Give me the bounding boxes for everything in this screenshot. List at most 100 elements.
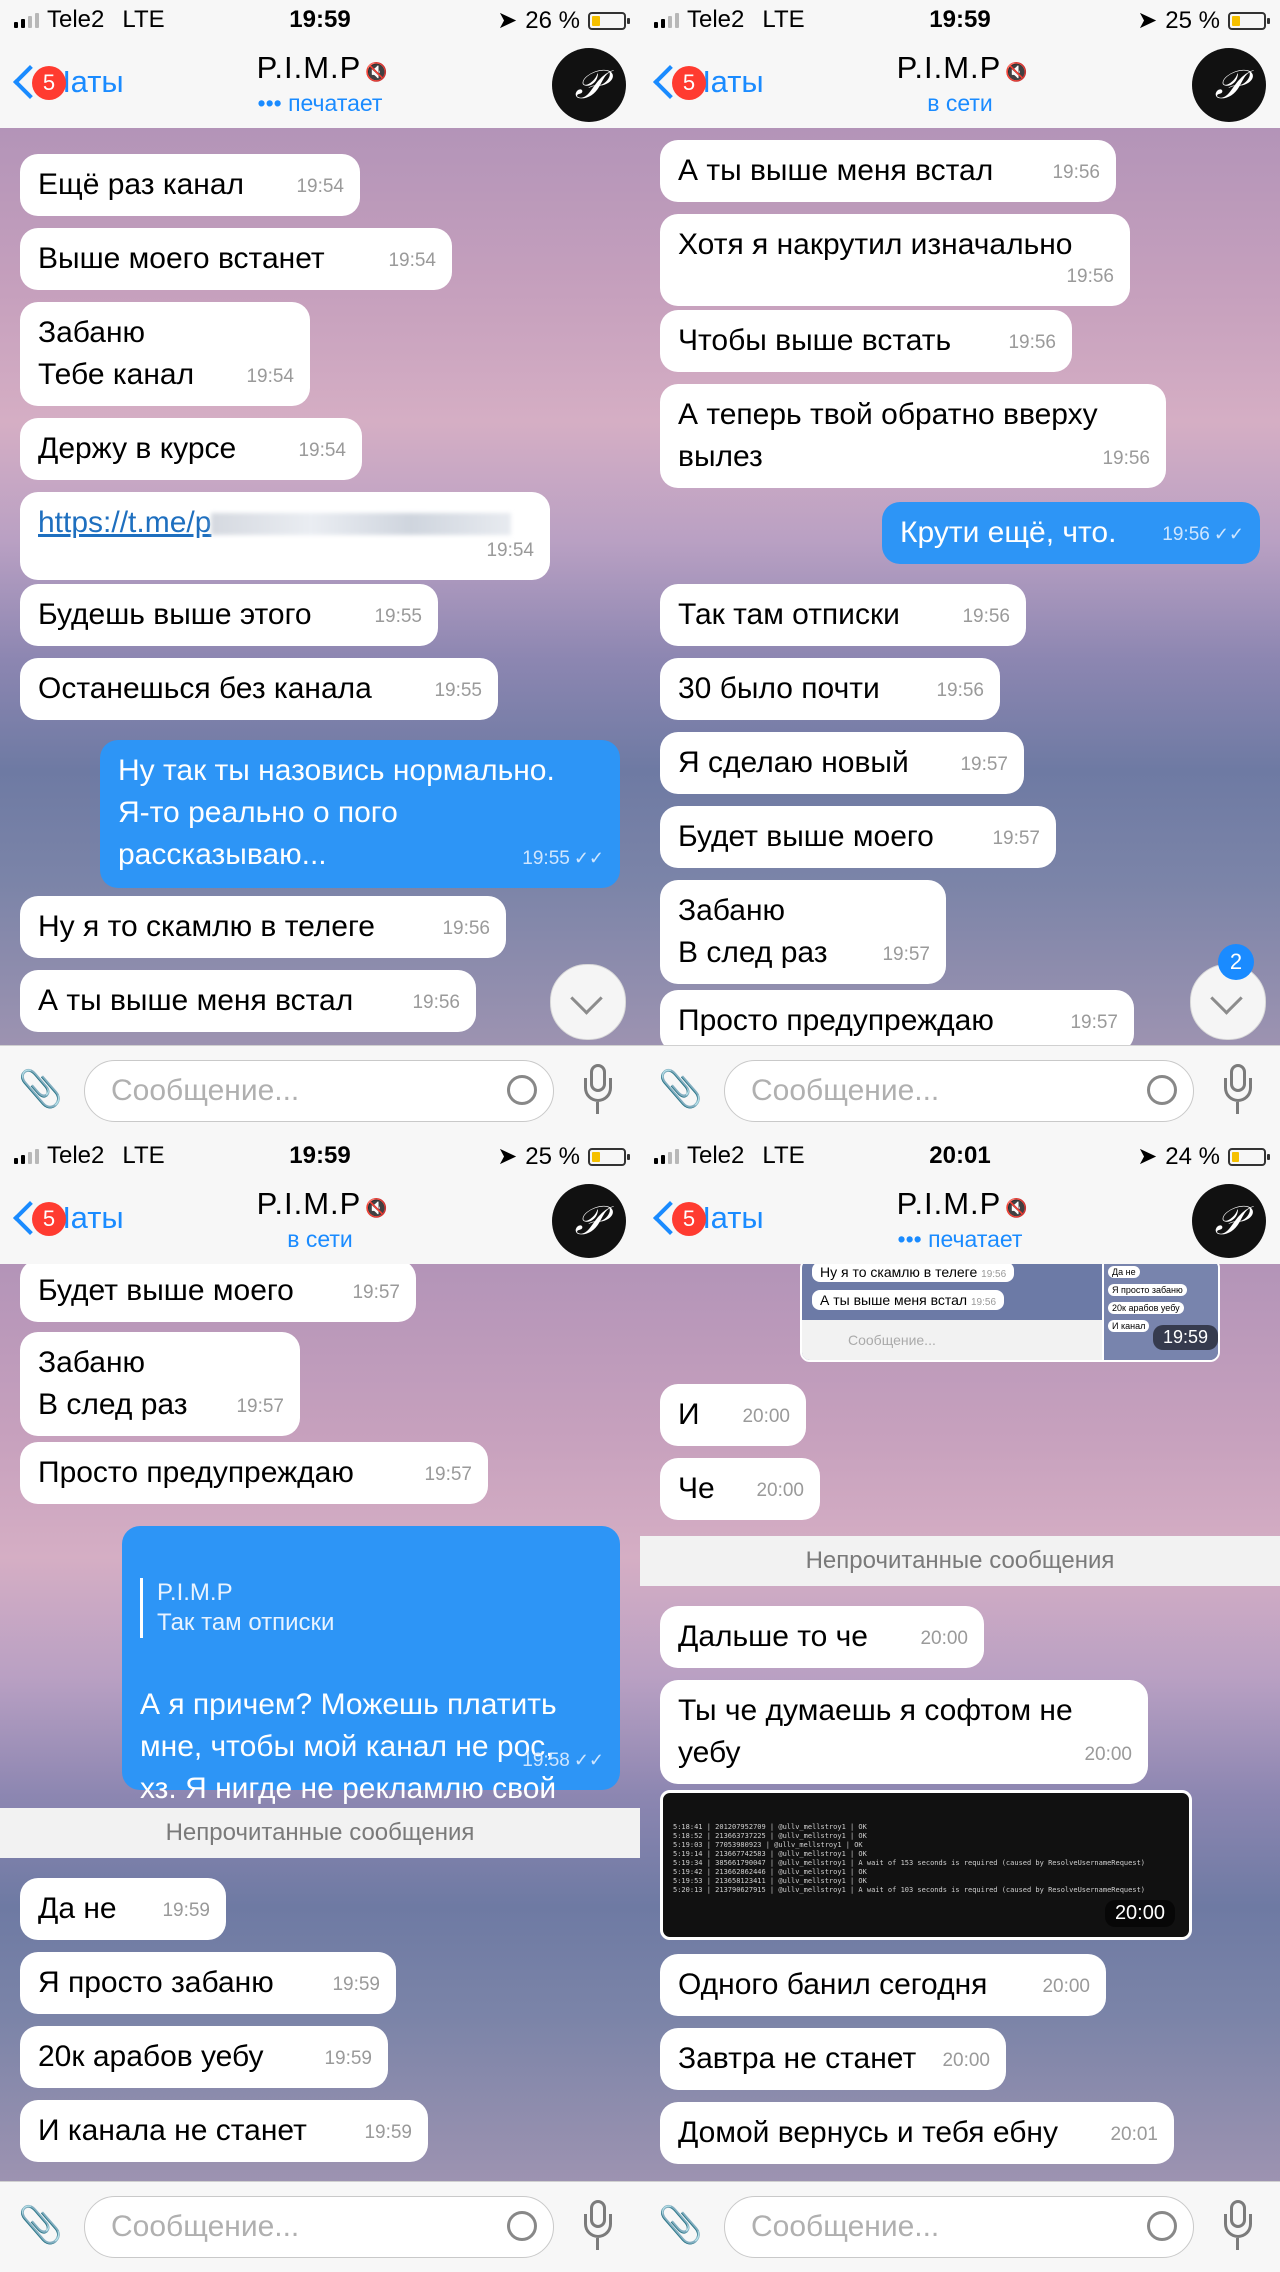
chat-status: ••• печатает	[257, 90, 383, 116]
sticker-icon[interactable]	[1147, 1075, 1177, 1105]
input-placeholder: Сообщение...	[111, 1074, 300, 1107]
attach-icon[interactable]: 📎	[658, 2204, 703, 2248]
chat-status: в сети	[927, 90, 993, 116]
location-icon: ➤	[1137, 7, 1158, 34]
attach-icon[interactable]: 📎	[18, 2204, 63, 2248]
status-bar: Tele2 LTE 19:59 ➤ 25 %	[0, 1136, 640, 1176]
message-incoming: И канала не станет 19:59	[20, 2100, 428, 2162]
microphone-icon[interactable]	[1224, 1064, 1252, 1118]
chat-title-area[interactable]: P.I.M.P 🔇 в сети	[800, 50, 1120, 117]
chat-title-area[interactable]: P.I.M.P 🔇 ••• печатает	[800, 1186, 1120, 1253]
muted-icon: 🔇	[365, 62, 389, 82]
message-input[interactable]: Сообщение...	[84, 1060, 554, 1122]
terminal-screenshot-message[interactable]: 5:18:41 | 201207952709 | @ullv_mellstroy…	[660, 1790, 1192, 1940]
chat-title: P.I.M.P	[256, 1186, 362, 1221]
message-input[interactable]: Сообщение...	[724, 1060, 1194, 1122]
reply-text: Так там отписки	[157, 1609, 335, 1636]
chat-area[interactable]: А ты выше меня встал 19:56 Хотя я накрути…	[640, 128, 1280, 1046]
chat-header: Чаты 5 P.I.M.P 🔇 ••• печатает 𝒫	[640, 1176, 1280, 1265]
battery-fill	[592, 1151, 600, 1162]
read-check-icon: ✓✓	[573, 1750, 604, 1770]
preview-mini-message: 20к арабов уебу	[1108, 1302, 1184, 1314]
reply-author: P.I.M.P	[157, 1579, 233, 1606]
unread-divider: Непрочитанные сообщения	[0, 1808, 640, 1858]
battery-percent: 26 %	[525, 6, 580, 34]
read-check-icon: ✓✓	[1213, 524, 1244, 544]
message-incoming: Будешь выше этого 19:55	[20, 584, 438, 646]
screenshot-photo-message[interactable]: Ну я то скамлю в телеге 19:56 А ты выше …	[800, 1264, 1220, 1362]
new-messages-badge: 2	[1218, 944, 1254, 980]
attach-icon[interactable]: 📎	[18, 1068, 63, 1112]
screenshot-grid: Tele2 LTE 19:59 ➤ 26 % Чаты 5 P.I.M.P 🔇 •…	[0, 0, 1280, 2272]
sticker-icon[interactable]	[1147, 2211, 1177, 2241]
chat-title-area[interactable]: P.I.M.P 🔇 ••• печатает	[160, 50, 480, 117]
message-incoming: Ещё раз канал 19:54	[20, 154, 360, 216]
phone-screen-1: Tele2 LTE 19:59 ➤ 26 % Чаты 5 P.I.M.P 🔇 •…	[0, 0, 640, 1136]
message-incoming: Че 20:00	[660, 1458, 820, 1520]
message-incoming: Будет выше моего 19:57	[660, 806, 1056, 868]
battery-icon	[588, 1147, 630, 1166]
scroll-down-button[interactable]	[550, 964, 626, 1040]
battery-icon	[588, 11, 630, 30]
read-check-icon: ✓✓	[573, 848, 604, 868]
status-bar: Tele2 LTE 19:59 ➤ 25 %	[640, 0, 1280, 40]
message-input[interactable]: Сообщение...	[84, 2196, 554, 2258]
unread-chats-badge: 5	[672, 1202, 706, 1236]
message-link[interactable]: https://t.me/p 19:54	[20, 492, 550, 580]
chat-title-area[interactable]: P.I.M.P 🔇 в сети	[160, 1186, 480, 1253]
message-outgoing-reply: P.I.M.P Так там отписки А я причем? Можеш…	[122, 1526, 620, 1847]
channel-link[interactable]: https://t.me/p	[38, 506, 211, 539]
muted-icon: 🔇	[1005, 1198, 1029, 1218]
message-incoming: Просто предупреждаю 19:57	[660, 990, 1134, 1046]
message-incoming: Завтра не станет 20:00	[660, 2028, 1006, 2090]
back-button[interactable]: Чаты 5	[652, 1200, 764, 1236]
back-button[interactable]: Чаты 5	[12, 1200, 124, 1236]
photo-timestamp: 20:00	[1104, 1900, 1175, 1927]
reply-quote[interactable]: P.I.M.P Так там отписки	[140, 1578, 602, 1638]
microphone-icon[interactable]	[584, 1064, 612, 1118]
chat-area[interactable]: Ещё раз канал 19:54 Выше моего встанет 19:…	[0, 128, 640, 1046]
microphone-icon[interactable]	[584, 2200, 612, 2254]
chat-title: P.I.M.P	[896, 50, 1002, 85]
sticker-icon[interactable]	[507, 1075, 537, 1105]
message-incoming: Держу в курсе 19:54	[20, 418, 362, 480]
back-button[interactable]: Чаты 5	[652, 64, 764, 100]
message-incoming: И 20:00	[660, 1384, 806, 1446]
preview-message: А ты выше меня встал 19:56	[812, 1290, 1005, 1310]
message-incoming: Ну я то скамлю в телеге 19:56	[20, 896, 506, 958]
unread-chats-badge: 5	[32, 66, 66, 100]
message-incoming: Так там отписки 19:56	[660, 584, 1026, 646]
location-icon: ➤	[497, 7, 518, 34]
message-input[interactable]: Сообщение...	[724, 2196, 1194, 2258]
phone-screen-4: Tele2 LTE 20:01 ➤ 24 % Чаты 5 P.I.M.P 🔇 •…	[640, 1136, 1280, 2272]
back-button[interactable]: Чаты 5	[12, 64, 124, 100]
location-icon: ➤	[497, 1143, 518, 1170]
attach-icon[interactable]: 📎	[658, 1068, 703, 1112]
message-incoming: Дальше то че 20:00	[660, 1606, 984, 1668]
message-incoming: Забаню В след раз 19:57	[660, 880, 946, 984]
photo-timestamp: 19:59	[1152, 1325, 1218, 1350]
avatar[interactable]: 𝒫	[552, 1184, 626, 1258]
avatar[interactable]: 𝒫	[1192, 48, 1266, 122]
message-incoming: 20к арабов уебу 19:59	[20, 2026, 388, 2088]
chat-header: Чаты 5 P.I.M.P 🔇 ••• печатает 𝒫	[0, 40, 640, 129]
input-placeholder: Сообщение...	[751, 2210, 940, 2243]
muted-icon: 🔇	[1005, 62, 1029, 82]
message-incoming: Я сделаю новый 19:57	[660, 732, 1024, 794]
sticker-icon[interactable]	[507, 2211, 537, 2241]
message-incoming: Хотя я накрутил изначально 19:56	[660, 214, 1130, 306]
battery-fill	[592, 15, 600, 26]
chat-area[interactable]: Ну я то скамлю в телеге 19:56 А ты выше …	[640, 1264, 1280, 2182]
message-incoming: Ты че думаешь я софтом не уебу 20:00	[660, 1680, 1148, 1784]
preview-thumbnail: Да не Я просто забаню 20к арабов уебу И …	[1102, 1264, 1218, 1360]
unread-chats-badge: 5	[672, 66, 706, 100]
message-incoming: Останешься без канала 19:55	[20, 658, 498, 720]
avatar[interactable]: 𝒫	[552, 48, 626, 122]
microphone-icon[interactable]	[1224, 2200, 1252, 2254]
chat-header: Чаты 5 P.I.M.P 🔇 в сети 𝒫	[0, 1176, 640, 1265]
message-incoming: А ты выше меня встал 19:56	[660, 140, 1116, 202]
message-incoming: А ты выше меня встал 19:56	[20, 970, 476, 1032]
location-icon: ➤	[1137, 1143, 1158, 1170]
avatar[interactable]: 𝒫	[1192, 1184, 1266, 1258]
chat-area[interactable]: Будет выше моего 19:57 Забаню В след раз 1…	[0, 1264, 640, 2182]
